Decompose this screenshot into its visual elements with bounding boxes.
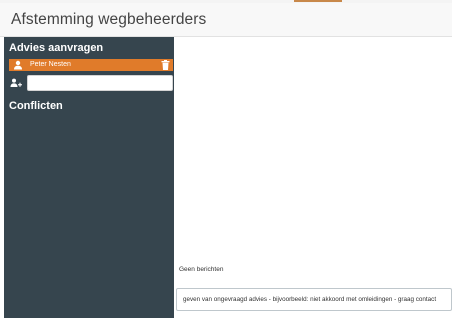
user-icon <box>14 60 22 70</box>
sidebar-item-label: Peter Nesten <box>30 61 71 68</box>
no-messages-text: Geen berichten <box>179 266 224 273</box>
app-title: Afstemming wegbeheerders <box>11 11 207 28</box>
add-user-row <box>9 75 173 91</box>
message-input[interactable] <box>176 288 452 311</box>
message-panel: Geen berichten <box>174 37 452 318</box>
sidebar: Advies aanvragen Peter Nesten Conflicten <box>4 37 174 318</box>
add-user-input[interactable] <box>27 75 173 91</box>
section-title-conflicten: Conflicten <box>9 100 63 112</box>
section-title-advies-aanvragen: Advies aanvragen <box>9 42 104 54</box>
add-user-icon <box>10 78 22 87</box>
top-accent-line <box>294 0 342 2</box>
app-header: Afstemming wegbeheerders <box>0 3 452 37</box>
sidebar-item-user[interactable]: Peter Nesten <box>9 59 173 71</box>
trash-icon[interactable] <box>161 60 170 70</box>
